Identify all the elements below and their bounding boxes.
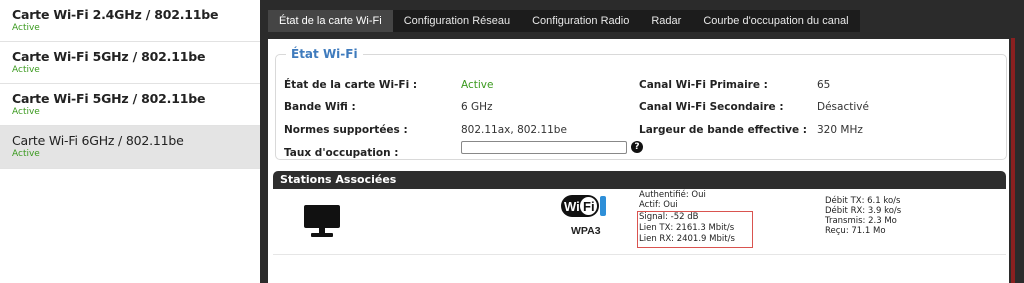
station-row: Wi Fi WPA3 Authentifié: Oui Actif: Oui S… xyxy=(273,189,1006,255)
sidebar-item-status: Active xyxy=(12,23,40,33)
main-panel: État de la carte Wi-Fi Configuration Rés… xyxy=(260,0,1024,283)
sidebar-item-status: Active xyxy=(12,65,40,75)
monitor-icon xyxy=(304,205,340,237)
sidebar-item-status: Active xyxy=(12,149,40,159)
sidebar-item-title: Carte Wi-Fi 2.4GHz / 802.11be xyxy=(12,7,219,22)
norms-value: 802.11ax, 802.11be xyxy=(461,124,567,136)
svg-text:Fi: Fi xyxy=(583,199,595,214)
primary-channel-value: 65 xyxy=(817,79,831,91)
svg-text:Wi: Wi xyxy=(564,199,580,214)
sidebar-item-status: Active xyxy=(12,107,40,117)
received-text: Reçu: 71.1 Mo xyxy=(825,226,886,236)
link-rx-text: Lien RX: 2401.9 Mbit/s xyxy=(639,234,735,244)
wifi-state-legend: État Wi-Fi xyxy=(286,47,363,61)
tab-wifi-card-state[interactable]: État de la carte Wi-Fi xyxy=(268,10,393,32)
wifi-state-fieldset: État Wi-Fi État de la carte Wi-Fi : Acti… xyxy=(275,47,1007,160)
occupancy-bar xyxy=(461,141,627,154)
sidebar-item-wifi-5ghz-2[interactable]: Carte Wi-Fi 5GHz / 802.11be Active xyxy=(0,84,260,126)
sidebar-item-wifi-6ghz[interactable]: Carte Wi-Fi 6GHz / 802.11be Active xyxy=(0,126,260,169)
bandwidth-value: 320 MHz xyxy=(817,124,863,136)
card-state-label: État de la carte Wi-Fi : xyxy=(284,79,418,91)
sidebar-item-wifi-5ghz-1[interactable]: Carte Wi-Fi 5GHz / 802.11be Active xyxy=(0,42,260,84)
card-state-value: Active xyxy=(461,79,494,91)
sidebar-item-title: Carte Wi-Fi 5GHz / 802.11be xyxy=(12,49,206,64)
sidebar-item-title: Carte Wi-Fi 5GHz / 802.11be xyxy=(12,91,206,106)
secondary-channel-value: Désactivé xyxy=(817,101,869,113)
occupancy-label: Taux d'occupation : xyxy=(284,147,399,159)
wifi-logo: Wi Fi xyxy=(561,195,606,217)
security-type: WPA3 xyxy=(571,225,601,237)
band-label: Bande Wifi : xyxy=(284,101,356,113)
signal-text: Signal: -52 dB xyxy=(639,212,699,222)
sidebar: Carte Wi-Fi 2.4GHz / 802.11be Active Car… xyxy=(0,0,260,283)
stations-panel: Stations Associées Wi Fi WPA3 Authentifi… xyxy=(273,171,1006,255)
norms-label: Normes supportées : xyxy=(284,124,408,136)
secondary-channel-label: Canal Wi-Fi Secondaire : xyxy=(639,101,784,113)
tab-radio-config[interactable]: Configuration Radio xyxy=(521,10,641,32)
tab-bar: État de la carte Wi-Fi Configuration Rés… xyxy=(268,10,860,32)
help-icon[interactable]: ? xyxy=(631,141,643,153)
app-root: Carte Wi-Fi 2.4GHz / 802.11be Active Car… xyxy=(0,0,1024,283)
band-value: 6 GHz xyxy=(461,101,493,113)
primary-channel-label: Canal Wi-Fi Primaire : xyxy=(639,79,768,91)
scroll-edge-accent xyxy=(1011,38,1015,283)
sidebar-item-wifi-2-4ghz[interactable]: Carte Wi-Fi 2.4GHz / 802.11be Active xyxy=(0,0,260,42)
tab-radar[interactable]: Radar xyxy=(640,10,693,32)
sidebar-item-title: Carte Wi-Fi 6GHz / 802.11be xyxy=(12,133,184,148)
stations-header: Stations Associées xyxy=(273,171,1006,189)
bandwidth-label: Largeur de bande effective : xyxy=(639,124,807,136)
tab-content: État Wi-Fi État de la carte Wi-Fi : Acti… xyxy=(268,39,1009,283)
link-tx-text: Lien TX: 2161.3 Mbit/s xyxy=(639,223,735,233)
active-text: Actif: Oui xyxy=(639,200,678,210)
tab-network-config[interactable]: Configuration Réseau xyxy=(392,10,522,32)
tab-channel-occupancy-curve[interactable]: Courbe d'occupation du canal xyxy=(692,10,860,32)
